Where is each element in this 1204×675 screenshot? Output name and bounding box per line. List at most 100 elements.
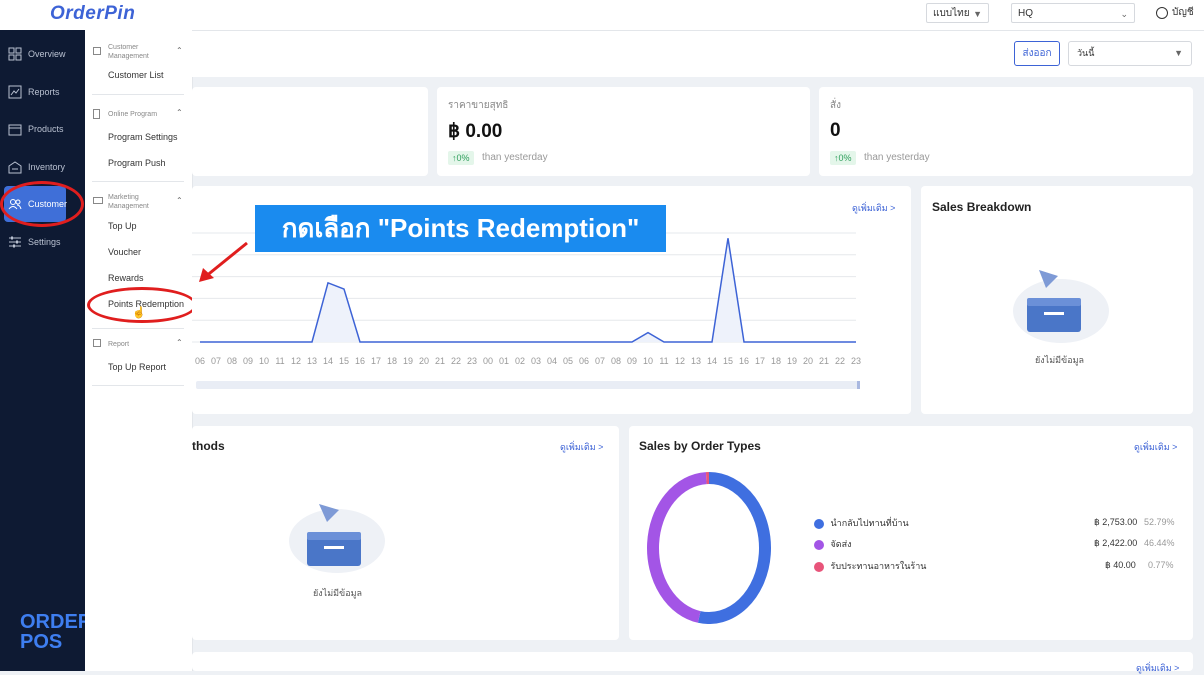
legend-name: รับประทานอาหารในร้าน [831,561,927,571]
empty-state-text: ยังไม่มีข้อมูล [1035,353,1084,367]
submenu-rewards[interactable]: Rewards [108,273,144,283]
user-circle-icon [1156,7,1168,19]
x-tick-label: 06 [579,356,589,366]
stat-compare-text: than yesterday [482,152,548,163]
stat-change-badge: ↑0% [448,151,474,165]
submenu-program-push[interactable]: Program Push [108,158,166,168]
x-tick-label: 03 [531,356,541,366]
legend-dot [814,562,824,572]
rail-label: Inventory [28,162,65,172]
legend-amount: ฿ 40.00 [1105,560,1136,571]
legend-dot [814,519,824,529]
submenu-top-up[interactable]: Top Up [108,221,137,231]
group-report: Report [108,340,129,349]
x-tick-label: 02 [515,356,525,366]
scrollbar-handle[interactable] [857,381,860,389]
sliders-icon [8,235,22,249]
rail-item-inventory[interactable]: Inventory [0,150,85,184]
x-tick-label: 11 [659,356,668,366]
x-tick-label: 06 [195,356,205,366]
group-customer-management: Customer Management [108,43,170,61]
x-tick-label: 00 [483,356,493,366]
x-tick-label: 19 [403,356,413,366]
chevron-up-icon[interactable]: ⌃ [176,46,183,55]
x-tick-label: 09 [243,356,253,366]
rail-label: Products [28,124,64,134]
x-tick-label: 22 [451,356,461,366]
x-tick-label: 10 [643,356,653,366]
x-tick-label: 23 [851,356,861,366]
chart-scrollbar[interactable] [196,381,860,389]
order-types-donut [646,472,772,624]
legend-percent: 46.44% [1144,538,1175,548]
chevron-down-icon: ▼ [973,4,982,24]
app-logo[interactable]: OrderPin [50,3,135,25]
donut-slice[interactable] [699,478,765,618]
rail-item-settings[interactable]: Settings [0,225,85,259]
x-tick-label: 12 [675,356,685,366]
card-title: thods [192,439,225,453]
submenu-voucher[interactable]: Voucher [108,247,141,257]
chevron-down-icon: ⌄ [1120,4,1128,24]
brand-watermark: ORDERPOS [20,612,92,652]
stat-compare-text: than yesterday [864,152,930,163]
customer-management-icon [93,47,101,55]
chevron-up-icon[interactable]: ⌃ [176,196,183,205]
legend-percent: 52.79% [1144,517,1175,527]
x-tick-label: 19 [787,356,797,366]
report-icon [8,85,22,99]
submenu-customer-list[interactable]: Customer List [108,70,164,80]
bottom-card: ดูเพิ่มเติม > [192,652,1193,671]
export-button[interactable]: ส่งออก [1014,41,1060,66]
rail-item-overview[interactable]: Overview [0,37,85,71]
stat-value: ฿ 0.00 [448,120,502,143]
group-marketing-management: Marketing Management [108,193,170,211]
rail-item-reports[interactable]: Reports [0,75,85,109]
x-tick-label: 08 [227,356,237,366]
stat-label: สั่ง [830,98,841,113]
x-tick-label: 05 [563,356,573,366]
donut-slice[interactable] [653,478,706,617]
legend-row: รับประทานอาหารในร้าน ฿ 40.00 0.77% [814,559,1159,573]
submenu-divider [92,385,184,386]
x-tick-label: 12 [291,356,301,366]
x-tick-label: 11 [275,356,284,366]
x-tick-label: 18 [771,356,781,366]
chevron-up-icon[interactable]: ⌃ [176,338,183,347]
rail-label: Settings [28,237,61,247]
submenu-program-settings[interactable]: Program Settings [108,132,178,142]
date-range-select[interactable]: วันนี้▼ [1068,41,1192,66]
see-more-link[interactable]: ดูเพิ่มเติม > [1136,661,1179,675]
mail-icon [93,197,103,204]
x-tick-label: 01 [499,356,509,366]
tutorial-callout: กดเลือก "Points Redemption" [255,205,666,252]
branch-select[interactable]: HQ ⌄ [1011,3,1135,23]
legend-name: นำกลับไปทานที่บ้าน [831,518,909,528]
language-select[interactable]: แบบไทย▼ [926,3,989,23]
customer-submenu [85,30,193,671]
submenu-divider [92,181,184,182]
branch-value: HQ [1018,8,1033,19]
cursor-hand-icon: ☝ [132,306,146,319]
see-more-link[interactable]: ดูเพิ่มเติม > [1134,440,1177,454]
submenu-top-up-report[interactable]: Top Up Report [108,362,166,372]
x-tick-label: 21 [819,356,829,366]
x-tick-label: 14 [707,356,717,366]
chevron-up-icon[interactable]: ⌃ [176,108,183,117]
x-tick-label: 07 [211,356,221,366]
x-tick-label: 23 [467,356,477,366]
legend-name: จัดส่ง [831,539,852,549]
x-tick-label: 20 [419,356,429,366]
order-types-card: Sales by Order Types ดูเพิ่มเติม > นำกลั… [629,426,1193,640]
sales-breakdown-card: Sales Breakdown ยังไม่มีข้อมูล [921,186,1193,414]
stat-label: ราคาขายสุทธิ [448,98,508,113]
x-tick-label: 16 [355,356,365,366]
report-doc-icon [93,339,101,347]
x-tick-label: 17 [755,356,765,366]
rail-item-products[interactable]: Products [0,112,85,146]
account-menu[interactable]: บัญชี [1156,5,1194,20]
x-tick-label: 18 [387,356,397,366]
brand-line-1: ORDER [20,612,92,632]
legend-percent: 0.77% [1148,560,1174,570]
see-more-link[interactable]: ดูเพิ่มเติม > [560,440,603,454]
